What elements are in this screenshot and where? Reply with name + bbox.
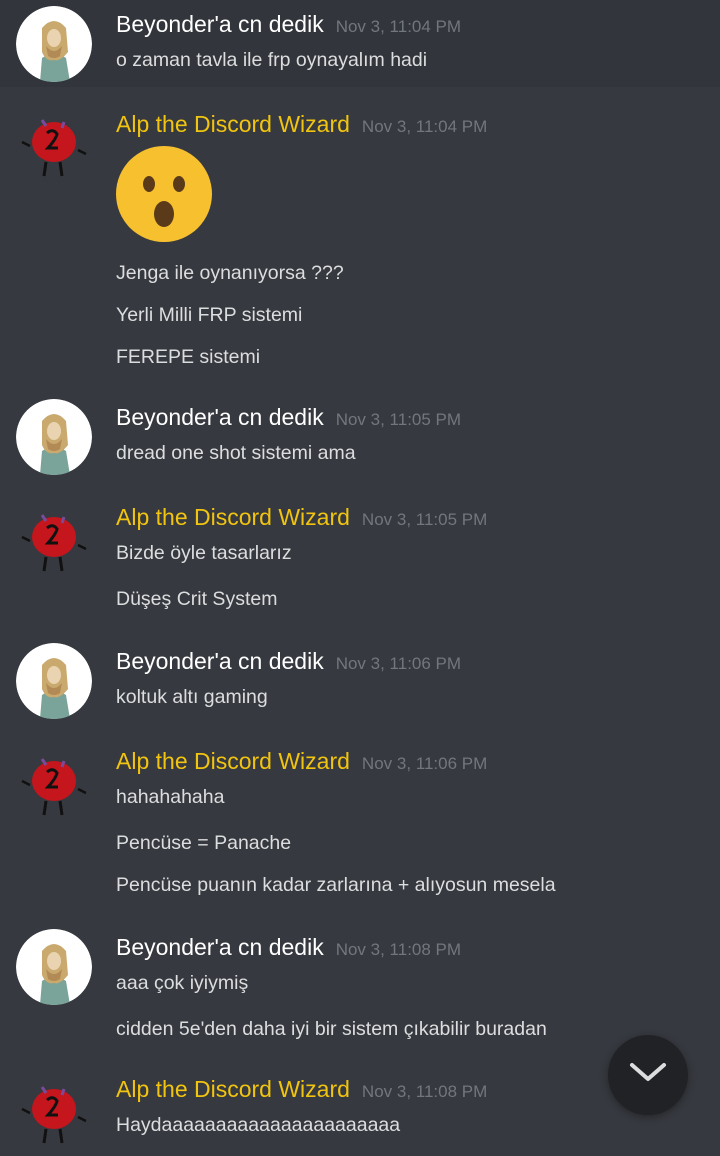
message-group[interactable]: Beyonder'a cn dedik Nov 3, 11:04 PM o zam… [0,0,720,87]
author-name[interactable]: Alp the Discord Wizard [116,504,350,530]
message-text: koltuk altı gaming [116,686,268,708]
avatar[interactable] [16,106,92,182]
timestamp: Nov 3, 11:08 PM [361,1082,488,1101]
message-text: dread one shot sistemi ama [116,442,356,464]
timestamp: Nov 3, 11:06 PM [361,754,488,773]
message-text: FEREPE sistemi [116,346,261,368]
message-group[interactable]: Alp the Discord Wizard Nov 3, 11:05 PM Bi… [0,494,720,624]
message-text: Düşeş Crit System [116,588,278,610]
chevron-down-icon [628,1061,668,1090]
message-text: hahahahaha [116,786,225,808]
message-text: Bizde öyle tasarlarız [116,542,292,564]
message-text: Haydaaaaaaaaaaaaaaaaaaaaaa [116,1114,401,1136]
avatar[interactable] [16,399,92,475]
author-name[interactable]: Alp the Discord Wizard [116,1076,350,1102]
jump-to-bottom-button[interactable] [608,1035,688,1115]
message-text: Pencüse puanın kadar zarlarına + alıyosu… [116,874,556,896]
timestamp: Nov 3, 11:06 PM [335,654,462,673]
timestamp: Nov 3, 11:05 PM [335,410,462,429]
message-group[interactable]: Alp the Discord Wizard Nov 3, 11:04 PM Je… [0,96,720,376]
author-name[interactable]: Beyonder'a cn dedik [116,648,324,674]
message-text: cidden 5e'den daha iyi bir sistem çıkabi… [116,1018,547,1040]
avatar[interactable] [16,6,92,82]
message-text: Jenga ile oynanıyorsa ??? [116,262,344,284]
message-text: o zaman tavla ile frp oynayalım hadi [116,49,428,71]
avatar[interactable] [16,643,92,719]
timestamp: Nov 3, 11:04 PM [335,17,462,36]
chat-message-list[interactable]: Beyonder'a cn dedik Nov 3, 11:04 PM o zam… [0,0,720,1156]
author-name[interactable]: Beyonder'a cn dedik [116,404,324,430]
astonished-face-emoji [116,146,212,242]
author-name[interactable]: Beyonder'a cn dedik [116,11,324,37]
message-group[interactable]: Beyonder'a cn dedik Nov 3, 11:06 PM koltu… [0,636,720,726]
message-group[interactable]: Beyonder'a cn dedik Nov 3, 11:05 PM dread… [0,392,720,482]
avatar[interactable] [16,1073,92,1149]
timestamp: Nov 3, 11:04 PM [361,117,488,136]
timestamp: Nov 3, 11:05 PM [361,510,488,529]
author-name[interactable]: Beyonder'a cn dedik [116,934,324,960]
avatar[interactable] [16,745,92,821]
author-name[interactable]: Alp the Discord Wizard [116,748,350,774]
message-text: aaa çok iyiymiş [116,972,249,994]
message-text: Pencüse = Panache [116,832,292,854]
author-name[interactable]: Alp the Discord Wizard [116,111,350,137]
message-text: Yerli Milli FRP sistemi [116,304,303,326]
message-group[interactable]: Beyonder'a cn dedik Nov 3, 11:08 PM aaa ç… [0,922,720,1052]
message-group[interactable]: Alp the Discord Wizard Nov 3, 11:06 PM ha… [0,738,720,910]
avatar[interactable] [16,501,92,577]
avatar[interactable] [16,929,92,1005]
timestamp: Nov 3, 11:08 PM [335,940,462,959]
